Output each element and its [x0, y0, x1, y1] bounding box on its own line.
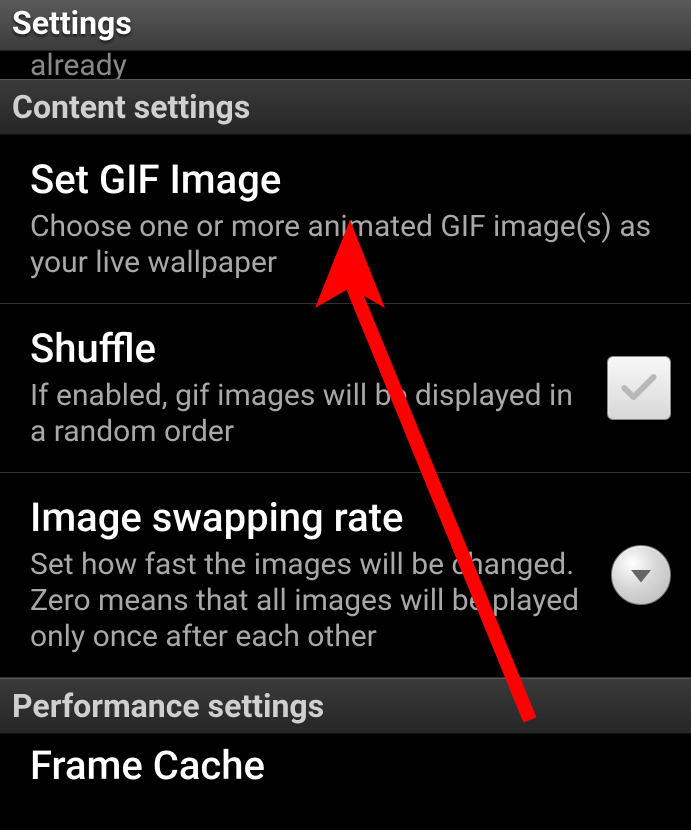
setting-frame-cache[interactable]: Frame Cache — [0, 734, 691, 788]
setting-title: Shuffle — [30, 326, 592, 372]
section-header-performance: Performance settings — [0, 678, 691, 734]
checkmark-icon — [617, 366, 661, 410]
shuffle-checkbox[interactable] — [607, 356, 671, 420]
swap-rate-dropdown[interactable] — [611, 545, 671, 605]
setting-text-block: Set GIF Image Choose one or more animate… — [30, 157, 671, 281]
setting-image-swapping-rate[interactable]: Image swapping rate Set how fast the ima… — [0, 473, 691, 678]
setting-text-block: Shuffle If enabled, gif images will be d… — [30, 326, 607, 450]
setting-text-block: Image swapping rate Set how fast the ima… — [30, 495, 611, 655]
chevron-down-icon — [626, 560, 656, 590]
section-header-label: Performance settings — [12, 687, 679, 725]
setting-shuffle[interactable]: Shuffle If enabled, gif images will be d… — [0, 304, 691, 473]
setting-title: Set GIF Image — [30, 157, 656, 203]
setting-title: Frame Cache — [30, 744, 661, 788]
app-header: Settings — [0, 0, 691, 51]
truncated-previous-row[interactable]: already — [0, 51, 691, 79]
setting-set-gif-image[interactable]: Set GIF Image Choose one or more animate… — [0, 135, 691, 304]
setting-summary: Set how fast the images will be changed.… — [30, 547, 596, 655]
setting-title: Image swapping rate — [30, 495, 596, 541]
truncated-text: already — [30, 51, 127, 79]
setting-summary: If enabled, gif images will be displayed… — [30, 378, 592, 450]
page-title: Settings — [12, 4, 679, 42]
setting-summary: Choose one or more animated GIF image(s)… — [30, 209, 656, 281]
section-header-label: Content settings — [12, 88, 679, 126]
section-header-content: Content settings — [0, 79, 691, 135]
